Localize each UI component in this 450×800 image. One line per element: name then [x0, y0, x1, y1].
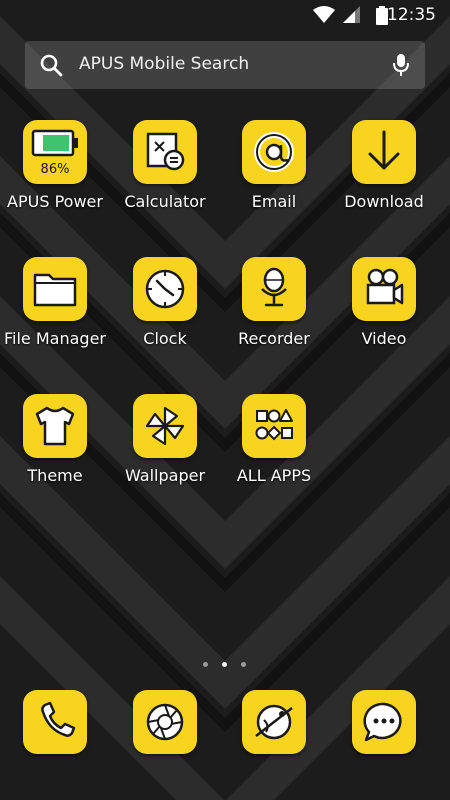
page-dot[interactable]: [241, 662, 246, 667]
app-tile: [352, 257, 416, 321]
app-label: Wallpaper: [124, 466, 206, 485]
page-dot-active[interactable]: [222, 662, 227, 667]
app-apus-power[interactable]: 86% APUS Power: [0, 120, 110, 211]
search-bar[interactable]: APUS Mobile Search: [25, 41, 425, 89]
folder-icon: [33, 273, 77, 307]
shapes-icon: [255, 409, 293, 441]
dock-phone[interactable]: [0, 690, 110, 754]
app-tile: [352, 690, 416, 754]
page-indicator: [0, 660, 450, 670]
app-wallpaper[interactable]: Wallpaper: [110, 394, 220, 485]
search-placeholder: APUS Mobile Search: [79, 54, 250, 74]
at-sign-icon: [254, 132, 294, 172]
camera-aperture-icon: [146, 703, 184, 741]
clock-time: 12:35: [387, 5, 436, 25]
dock-messages[interactable]: [329, 690, 439, 754]
app-calculator[interactable]: Calculator: [110, 120, 220, 211]
phone-icon: [41, 701, 76, 737]
microphone-icon: [261, 267, 287, 307]
app-tile: [133, 690, 197, 754]
app-video[interactable]: Video: [329, 257, 439, 348]
video-camera-icon: [366, 268, 404, 305]
wifi-icon: [313, 6, 335, 23]
dock-browser[interactable]: [219, 690, 329, 754]
app-tile: [242, 120, 306, 184]
app-file-manager[interactable]: File Manager: [0, 257, 110, 348]
app-label: Recorder: [238, 329, 310, 348]
app-tile: [242, 394, 306, 458]
clock-icon: [145, 269, 185, 309]
app-recorder[interactable]: Recorder: [219, 257, 329, 348]
app-label: Calculator: [124, 192, 206, 211]
page-dot[interactable]: [203, 662, 208, 667]
signal-icon: [343, 6, 360, 23]
planet-browser-icon: [255, 704, 293, 740]
app-email[interactable]: Email: [219, 120, 329, 211]
app-tile: [242, 690, 306, 754]
tshirt-icon: [35, 406, 75, 446]
app-tile: 86%: [23, 120, 87, 184]
pinwheel-icon: [145, 406, 185, 446]
app-tile: [133, 257, 197, 321]
app-label: File Manager: [4, 329, 106, 348]
app-label: ALL APPS: [236, 466, 312, 485]
search-icon: [40, 54, 63, 77]
app-label: APUS Power: [7, 192, 103, 211]
app-label: Theme: [27, 466, 83, 485]
dock-camera[interactable]: [110, 690, 220, 754]
calculator-icon: [146, 132, 185, 171]
app-label: Email: [251, 192, 297, 211]
app-clock[interactable]: Clock: [110, 257, 220, 348]
app-tile: [242, 257, 306, 321]
microphone-voice-search-icon[interactable]: [391, 53, 411, 77]
app-label: Video: [361, 329, 407, 348]
app-tile: [23, 394, 87, 458]
status-bar: 12:35: [0, 0, 450, 30]
chat-bubble-icon: [363, 702, 402, 742]
app-tile: [352, 120, 416, 184]
app-theme[interactable]: Theme: [0, 394, 110, 485]
app-tile: [23, 257, 87, 321]
app-label: Clock: [143, 329, 187, 348]
app-download[interactable]: Download: [329, 120, 439, 211]
app-label: Download: [344, 192, 424, 211]
app-tile: [133, 120, 197, 184]
app-tile: [23, 690, 87, 754]
app-all-apps[interactable]: ALL APPS: [219, 394, 329, 485]
battery-percent: 86%: [40, 162, 70, 177]
app-tile: [133, 394, 197, 458]
download-arrow-icon: [368, 130, 400, 170]
